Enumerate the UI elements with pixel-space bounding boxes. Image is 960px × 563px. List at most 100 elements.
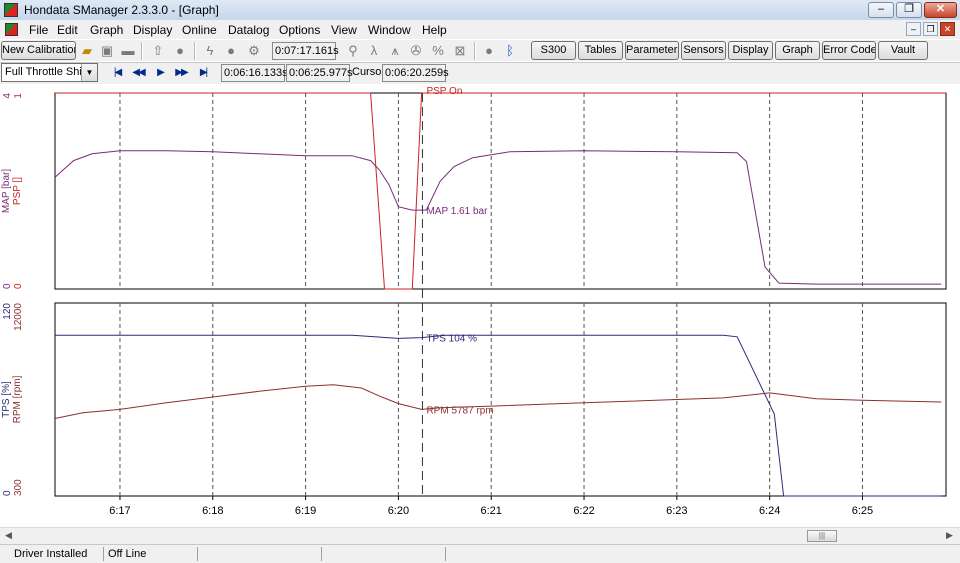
skip-end-icon[interactable]: ▶|	[194, 64, 212, 82]
separator	[194, 42, 196, 60]
road-icon[interactable]: ⩚	[387, 43, 403, 59]
end-time-field: 0:06:25.977s	[286, 64, 353, 82]
separator	[474, 42, 476, 60]
lambda-box-icon[interactable]: ⊠	[452, 43, 468, 59]
horizontal-scrollbar[interactable]: ◀ ||| ▶	[0, 527, 960, 544]
menu-display[interactable]: Display	[133, 23, 172, 37]
record-icon[interactable]: ●	[223, 43, 239, 59]
child-restore-button[interactable]: ❐	[923, 22, 938, 36]
axis-tick-label: 1	[13, 93, 24, 99]
x-tick-label: 6:19	[295, 505, 316, 517]
status-bar: Driver Installed Off Line	[0, 544, 960, 563]
app-icon	[4, 3, 18, 17]
save-icon[interactable]: ▣	[99, 43, 115, 59]
start-time-field: 0:06:16.133s	[221, 64, 288, 82]
status-pane	[198, 547, 322, 561]
skip-start-icon[interactable]: |◀	[108, 64, 126, 82]
open-log-icon[interactable]: ▬	[120, 43, 136, 59]
error-icon[interactable]: ●	[481, 43, 497, 59]
upload-icon[interactable]: ⇧	[150, 43, 166, 59]
axis-tick-label: 0	[2, 490, 13, 496]
child-minimize-button[interactable]: ‒	[906, 22, 921, 36]
driver-status: Driver Installed	[10, 547, 104, 561]
menu-help[interactable]: Help	[422, 23, 447, 37]
x-tick-label: 6:21	[481, 505, 502, 517]
scroll-right-icon[interactable]: ▶	[946, 530, 953, 541]
open-folder-icon[interactable]: ▰	[79, 43, 95, 59]
graph-button[interactable]: Graph	[775, 41, 820, 60]
mdi-child-icon[interactable]	[5, 23, 18, 36]
x-tick-label: 6:24	[759, 505, 780, 517]
axis-label: PSP []	[12, 177, 23, 205]
datalog-toolbar: Full Throttle Shift ▼ |◀ ◀◀ ▶ ▶▶ ▶| 0:06…	[0, 61, 960, 85]
x-tick-label: 6:23	[666, 505, 687, 517]
panel-frame	[54, 92, 947, 290]
sensors-button[interactable]: Sensors	[681, 41, 726, 60]
s300-button[interactable]: S300	[531, 41, 576, 60]
menu-online[interactable]: Online	[182, 23, 217, 37]
tables-button[interactable]: Tables	[578, 41, 623, 60]
display-button[interactable]: Display	[728, 41, 773, 60]
menu-file[interactable]: File	[29, 23, 48, 37]
run-icon[interactable]: ⚲	[345, 43, 361, 59]
readout-rpm: RPM 5787 rpm	[426, 405, 493, 416]
menu-window[interactable]: Window	[368, 23, 411, 37]
menu-edit[interactable]: Edit	[57, 23, 78, 37]
x-tick-label: 6:18	[202, 505, 223, 517]
new-calibration-button[interactable]: New Calibration	[1, 41, 76, 60]
axis-label: MAP [bar]	[1, 169, 12, 213]
x-tick-label: 6:25	[852, 505, 873, 517]
status-pane	[322, 547, 446, 561]
bluetooth-icon[interactable]: ᛒ	[502, 43, 518, 59]
menu-view[interactable]: View	[331, 23, 357, 37]
lambda-icon[interactable]: λ	[366, 43, 382, 59]
menu-bar: File Edit Graph Display Online Datalog O…	[0, 20, 960, 39]
readout-map: MAP 1.61 bar	[426, 206, 488, 217]
x-tick-label: 6:20	[388, 505, 409, 517]
rewind-icon[interactable]: ◀◀	[129, 64, 147, 82]
parameters-button[interactable]: Parameters	[625, 41, 679, 60]
separator	[141, 42, 143, 60]
axis-tick-label: 12000	[13, 303, 24, 331]
readout-psp: PSP On	[426, 86, 462, 97]
chevron-down-icon: ▼	[81, 64, 97, 81]
graph-preset-select[interactable]: Full Throttle Shift ▼	[1, 63, 98, 82]
menu-datalog[interactable]: Datalog	[228, 23, 269, 37]
axis-tick-label: 0	[2, 283, 13, 289]
axis-label: TPS [%]	[1, 381, 12, 418]
main-toolbar: New Calibration ▰ ▣ ▬ ⇧ ● ϟ ● ⚙ 0:07:17.…	[0, 39, 960, 63]
elapsed-time-field: 0:07:17.161s	[272, 42, 339, 60]
graph-canvas[interactable]: 6:17 6:18 6:19 6:20 6:21 6:22 6:23 6:24 6:25 PSP …	[0, 84, 960, 527]
connection-status: Off Line	[104, 547, 198, 561]
axis-tick-label: 0	[13, 283, 24, 289]
window-title: Hondata SManager 2.3.3.0 - [Graph]	[24, 3, 219, 17]
axis-label: RPM [rpm]	[12, 375, 23, 423]
vault-button[interactable]: Vault	[878, 41, 928, 60]
x-tick-label: 6:17	[109, 505, 130, 517]
restore-button[interactable]: ❐	[896, 2, 922, 18]
readout-tps: TPS 104 %	[426, 333, 477, 344]
lightning-icon[interactable]: ϟ	[202, 43, 218, 59]
cursor-time-field: 0:06:20.259s	[382, 64, 449, 82]
close-button[interactable]: ✕	[924, 2, 957, 18]
error-codes-button[interactable]: Error Codes	[822, 41, 876, 60]
graph-area[interactable]: 6:17 6:18 6:19 6:20 6:21 6:22 6:23 6:24 6:25 PSP …	[0, 84, 960, 527]
cursor-label: Cursor	[352, 66, 386, 78]
download-icon[interactable]: ●	[172, 43, 188, 59]
menu-graph[interactable]: Graph	[90, 23, 123, 37]
axis-tick-label: 300	[13, 479, 24, 496]
graph-preset-value: Full Throttle Shift	[5, 66, 88, 78]
child-close-button[interactable]: ✕	[940, 22, 955, 36]
tools-icon[interactable]: ⚙	[246, 43, 262, 59]
fast-forward-icon[interactable]: ▶▶	[172, 64, 190, 82]
wheel-icon[interactable]: ✇	[408, 43, 424, 59]
scroll-left-icon[interactable]: ◀	[5, 530, 12, 541]
axis-tick-label: 120	[2, 303, 13, 320]
menu-options[interactable]: Options	[279, 23, 320, 37]
panel-frame	[54, 302, 947, 497]
play-icon[interactable]: ▶	[151, 64, 169, 82]
minimize-button[interactable]: ‒	[868, 2, 894, 18]
percent-icon[interactable]: %	[430, 43, 446, 59]
scroll-thumb[interactable]: |||	[807, 530, 837, 542]
axis-tick-label: 4	[2, 93, 13, 99]
